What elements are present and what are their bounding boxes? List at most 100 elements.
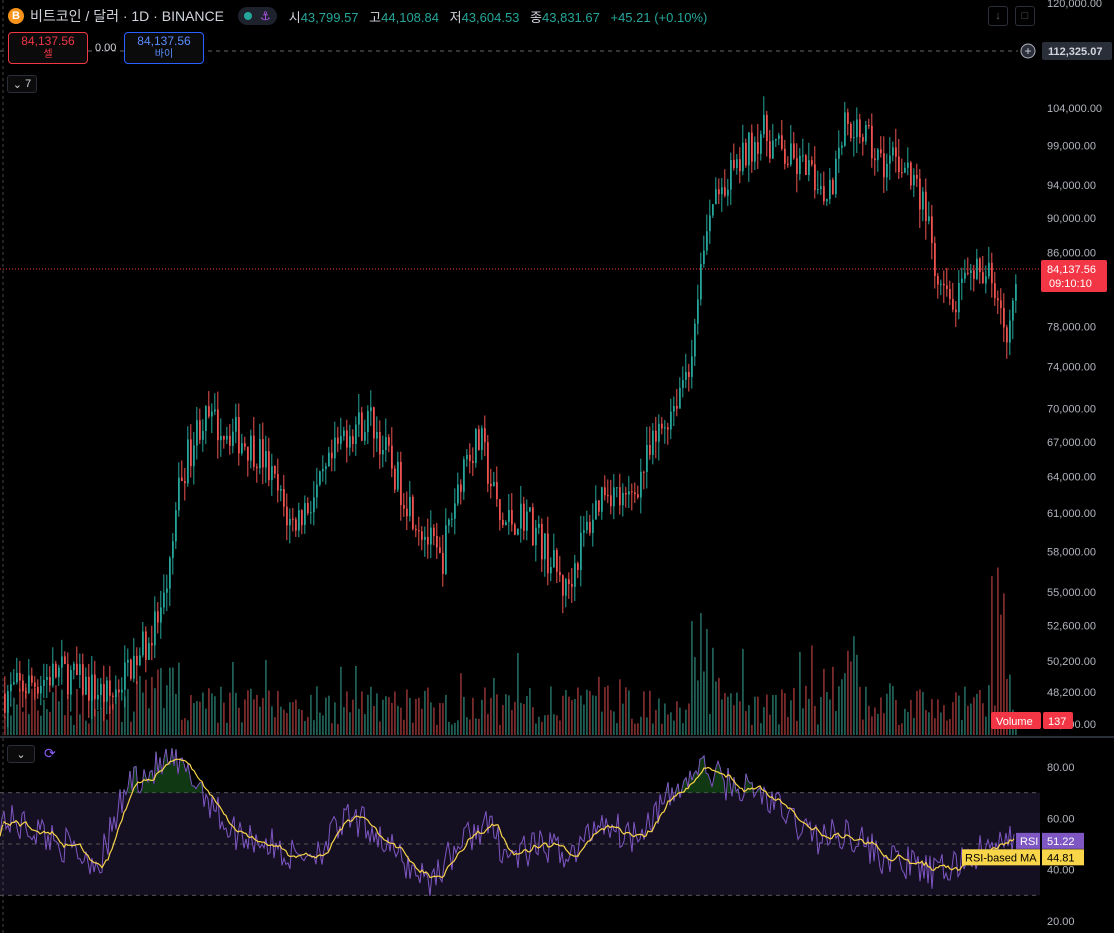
candle-body bbox=[712, 204, 714, 216]
candle-body bbox=[376, 432, 378, 439]
status-pill[interactable]: ⚓ bbox=[237, 7, 277, 25]
share-icon[interactable]: ⚓ bbox=[260, 9, 271, 23]
volume-bar bbox=[637, 723, 639, 735]
candle-body bbox=[994, 283, 996, 299]
volume-bar bbox=[832, 666, 834, 735]
volume-bar bbox=[796, 720, 798, 735]
candle-body bbox=[424, 536, 426, 540]
volume-bar bbox=[478, 718, 480, 735]
volume-bar bbox=[775, 694, 777, 735]
candle-body bbox=[118, 689, 120, 693]
candle-body bbox=[250, 435, 252, 461]
rsi-collapse-button[interactable]: ⌄ bbox=[7, 745, 35, 763]
candle-body bbox=[190, 439, 192, 467]
candle-body bbox=[859, 119, 861, 138]
candle-body bbox=[976, 258, 978, 279]
volume-bar bbox=[166, 685, 168, 735]
indicators-toggle[interactable]: ⌄ 7 bbox=[7, 75, 37, 93]
candle-body bbox=[280, 488, 282, 491]
trading-chart[interactable]: 80.00 60.00 40.00 20.00 RSI 51.22 RSI-based MA… bbox=[0, 0, 1114, 933]
buy-button[interactable]: 84,137.56 바이 bbox=[124, 32, 204, 64]
candle-body bbox=[388, 437, 390, 446]
price-tick: 64,000.00 bbox=[1047, 472, 1096, 484]
candle-body bbox=[319, 471, 321, 485]
candle-body bbox=[520, 503, 522, 529]
candle-body bbox=[34, 682, 36, 687]
candle-body bbox=[391, 445, 393, 469]
volume-bar bbox=[676, 701, 678, 735]
open-value: 43,799.57 bbox=[300, 9, 359, 25]
volume-bar bbox=[922, 691, 924, 735]
download-icon[interactable]: ↓ bbox=[988, 6, 1008, 26]
volume-bar bbox=[481, 699, 483, 735]
candle-body bbox=[472, 460, 474, 464]
candle-body bbox=[10, 684, 12, 692]
volume-bar bbox=[790, 700, 792, 735]
volume-bar bbox=[673, 720, 675, 735]
volume-bar bbox=[106, 719, 108, 735]
candle-body bbox=[541, 523, 543, 560]
candle-body bbox=[949, 289, 951, 300]
volume-bar bbox=[208, 688, 210, 735]
price-tick: 78,000.00 bbox=[1047, 321, 1096, 333]
volume-bar bbox=[739, 701, 741, 735]
volume-bar bbox=[388, 697, 390, 735]
volume-bar bbox=[862, 719, 864, 735]
volume-bar bbox=[190, 694, 192, 735]
sell-button[interactable]: 84,137.56 셀 bbox=[8, 32, 88, 64]
candle-body bbox=[937, 275, 939, 285]
candle-body bbox=[70, 669, 72, 695]
candle-body bbox=[133, 655, 135, 679]
volume-bar bbox=[52, 692, 54, 735]
candle-body bbox=[784, 148, 786, 164]
volume-bar bbox=[580, 695, 582, 735]
candle-body bbox=[4, 693, 6, 713]
refresh-icon[interactable]: ⟳ bbox=[44, 745, 56, 762]
candle-body bbox=[715, 189, 717, 205]
candle-body bbox=[805, 155, 807, 175]
volume-bar bbox=[298, 709, 300, 735]
candle-body bbox=[271, 466, 273, 481]
volume-bar bbox=[139, 675, 141, 735]
volume-bar bbox=[271, 706, 273, 735]
candle-body bbox=[955, 309, 957, 313]
candle-body bbox=[493, 482, 495, 487]
candle-body bbox=[154, 611, 156, 646]
volume-bar bbox=[355, 665, 357, 735]
volume-bar bbox=[946, 720, 948, 735]
candle-body bbox=[724, 187, 726, 196]
volume-bar bbox=[865, 686, 867, 735]
volume-bar bbox=[475, 718, 477, 735]
volume-bar bbox=[526, 695, 528, 735]
fullscreen-icon[interactable]: □ bbox=[1015, 6, 1035, 26]
candle-body bbox=[370, 407, 372, 412]
candle-body bbox=[508, 510, 510, 523]
volume-bar bbox=[292, 702, 294, 735]
price-tick: 55,000.00 bbox=[1047, 587, 1096, 599]
symbol-title[interactable]: 비트코인 / 달러 · 1D · BINANCE bbox=[30, 6, 224, 26]
low-value: 43,604.53 bbox=[461, 9, 520, 25]
candle-body bbox=[931, 216, 933, 244]
candle-body bbox=[745, 142, 747, 166]
candle-body bbox=[253, 435, 255, 467]
volume-bar bbox=[631, 718, 633, 735]
candle-body bbox=[475, 429, 477, 464]
volume-bar bbox=[553, 714, 555, 735]
volume-bar bbox=[160, 667, 162, 735]
volume-bar bbox=[895, 699, 897, 735]
candle-body bbox=[109, 680, 111, 696]
candle-body bbox=[187, 439, 189, 484]
price-tick: 104,000.00 bbox=[1047, 103, 1102, 115]
volume-bar bbox=[586, 689, 588, 735]
candle-body bbox=[634, 492, 636, 495]
candle-body bbox=[982, 272, 984, 284]
volume-bar bbox=[457, 720, 459, 735]
volume-bar bbox=[778, 724, 780, 735]
candle-body bbox=[760, 134, 762, 154]
sell-price: 84,137.56 bbox=[21, 34, 75, 48]
candle-body bbox=[235, 417, 237, 432]
volume-bar bbox=[574, 699, 576, 735]
candle-body bbox=[427, 536, 429, 545]
volume-bar bbox=[259, 706, 261, 735]
volume-bar bbox=[523, 703, 525, 735]
